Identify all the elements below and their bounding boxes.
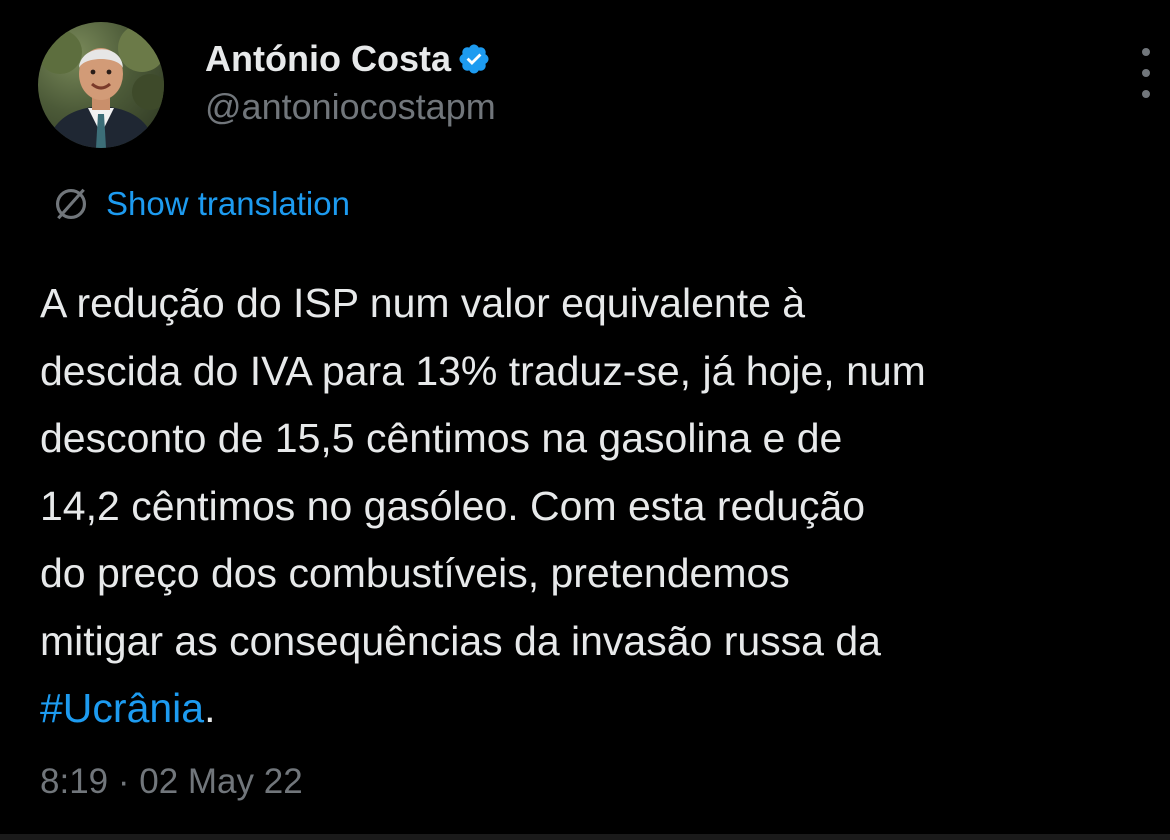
author-handle[interactable]: @antoniocostapm <box>205 86 496 128</box>
globe-icon <box>55 188 87 220</box>
tweet-text-line: desconto de 15,5 cêntimos na gasolina e … <box>40 415 843 461</box>
verified-badge-icon <box>457 42 491 76</box>
more-options-icon[interactable] <box>1136 48 1156 98</box>
divider <box>0 834 1170 840</box>
show-translation-button[interactable]: Show translation <box>52 182 350 226</box>
tweet-text-line: do preço dos combustíveis, pretendemos <box>40 550 790 596</box>
avatar[interactable] <box>38 22 164 148</box>
hashtag-link[interactable]: #Ucrânia <box>40 685 204 731</box>
tweet-text-line: descida do IVA para 13% traduz-se, já ho… <box>40 347 926 394</box>
tweet-text-last-line: #Ucrânia. <box>40 675 1165 743</box>
tweet-text-line: A redução do ISP num valor equivalente à <box>40 280 806 326</box>
tweet-text-line: 14,2 cêntimos no gasóleo. Com esta reduç… <box>40 482 866 529</box>
author-name-row[interactable]: António Costa <box>205 36 491 82</box>
tweet-card: António Costa @antoniocostapm Show trans… <box>0 0 1170 840</box>
show-translation-label[interactable]: Show translation <box>106 185 350 223</box>
tweet-text-period: . <box>204 685 216 731</box>
tweet-body: A redução do ISP num valor equivalente à… <box>40 270 1165 743</box>
tweet-timestamp[interactable]: 8:19 · 02 May 22 <box>40 762 303 802</box>
tweet-text-line: mitigar as consequências da invasão russ… <box>40 617 881 664</box>
author-display-name[interactable]: António Costa <box>205 38 451 80</box>
